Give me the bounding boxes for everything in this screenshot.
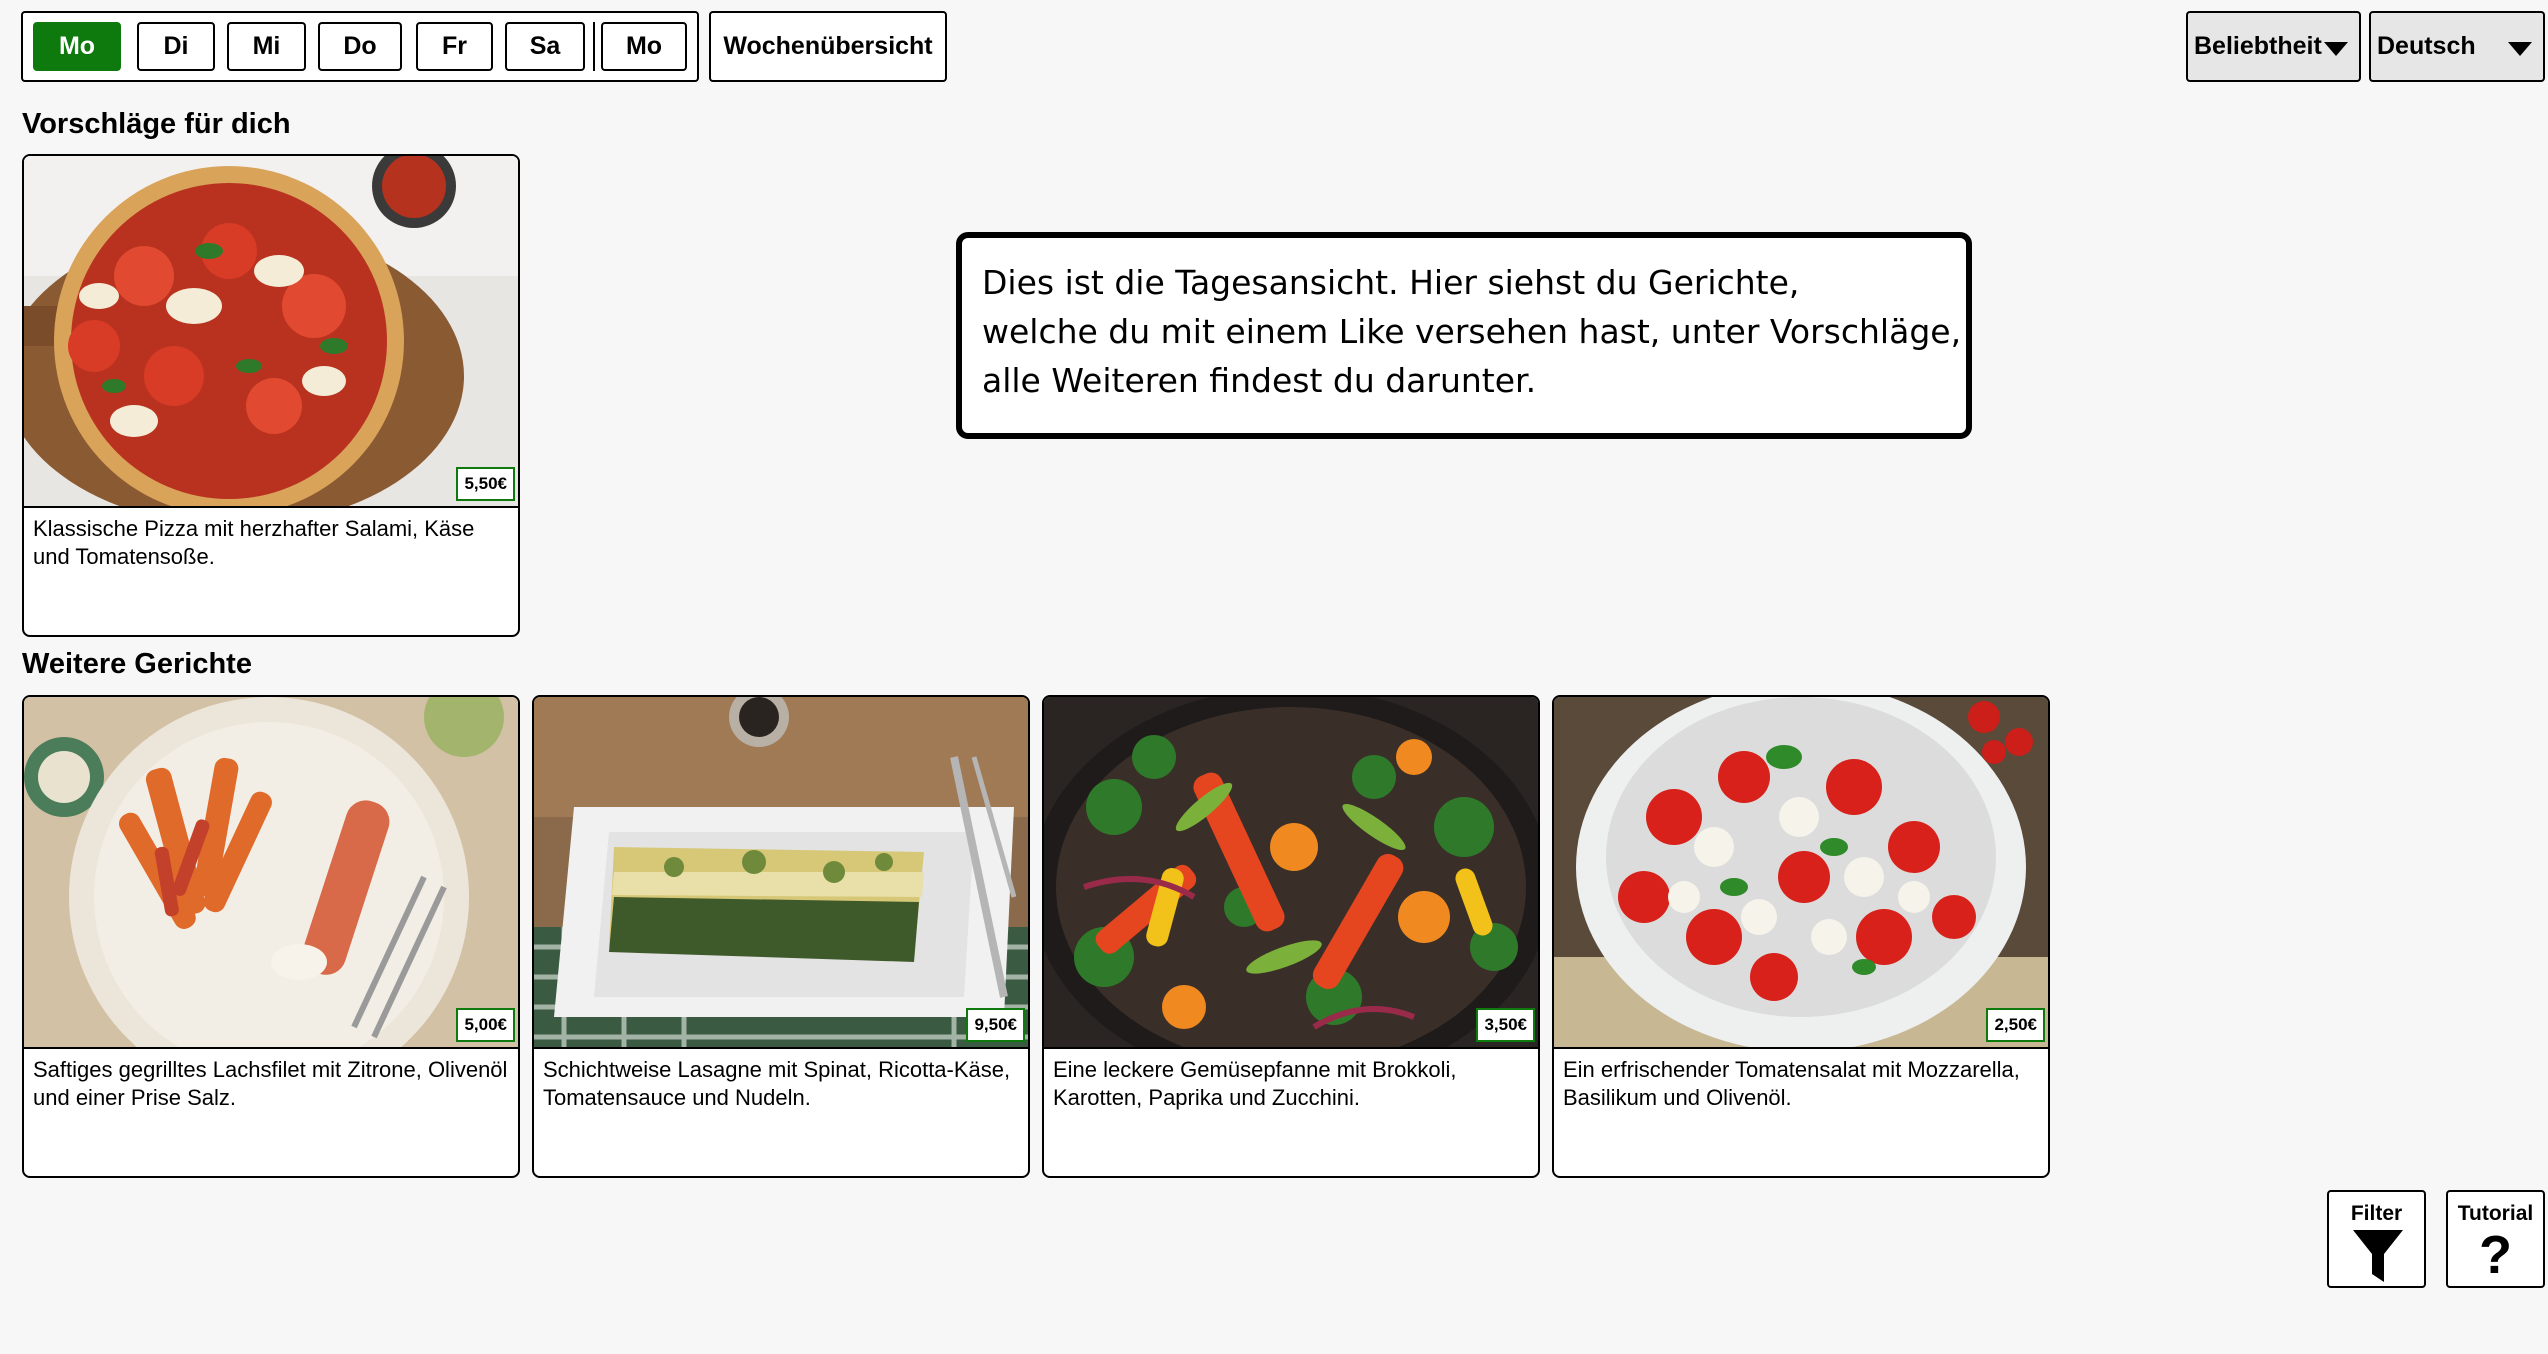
dish-description: Saftiges gegrilltes Lachsfilet mit Zitro… bbox=[33, 1057, 508, 1110]
tutorial-tooltip: Dies ist die Tagesansicht. Hier siehst d… bbox=[956, 232, 1972, 439]
vegetable-pan-image bbox=[1044, 697, 1538, 1047]
dish-description: Klassische Pizza mit herzhafter Salami, … bbox=[33, 516, 475, 569]
price-badge: 5,50€ bbox=[456, 467, 515, 501]
tooltip-line: alle Weiteren findest du darunter. bbox=[982, 361, 1537, 400]
sort-select-value: Beliebtheit bbox=[2194, 32, 2322, 60]
tutorial-button[interactable]: Tutorial ? bbox=[2446, 1190, 2545, 1288]
filter-button-label: Filter bbox=[2350, 1202, 2403, 1225]
day-button-friday[interactable]: Fr bbox=[416, 22, 493, 71]
dish-card-pizza[interactable]: 5,50€ Klassische Pizza mit herzhafter Sa… bbox=[22, 154, 520, 637]
price-badge: 9,50€ bbox=[966, 1008, 1025, 1042]
chevron-down-icon bbox=[2508, 42, 2532, 56]
dish-card-vegetable-pan[interactable]: 3,50€ Eine leckere Gemüsepfanne mit Brok… bbox=[1042, 695, 1540, 1178]
price-badge: 5,00€ bbox=[456, 1008, 515, 1042]
language-select[interactable]: Deutsch bbox=[2369, 11, 2545, 82]
card-divider bbox=[24, 1047, 518, 1049]
dish-card-lasagna[interactable]: 9,50€ Schichtweise Lasagne mit Spinat, R… bbox=[532, 695, 1030, 1178]
card-divider bbox=[1044, 1047, 1538, 1049]
day-button-thursday[interactable]: Do bbox=[318, 22, 402, 71]
tutorial-button-label: Tutorial bbox=[2457, 1202, 2534, 1225]
card-divider bbox=[534, 1047, 1028, 1049]
price-badge: 2,50€ bbox=[1986, 1008, 2045, 1042]
week-overview-button[interactable]: Wochenübersicht bbox=[709, 11, 947, 82]
day-button-tuesday[interactable]: Di bbox=[137, 22, 215, 71]
day-button-next-monday[interactable]: Mo bbox=[601, 22, 687, 71]
dish-card-tomato-salad[interactable]: 2,50€ Ein erfrischender Tomatensalat mit… bbox=[1552, 695, 2050, 1178]
lasagna-image bbox=[534, 697, 1028, 1047]
sort-select[interactable]: Beliebtheit bbox=[2186, 11, 2361, 82]
tomato-salad-image bbox=[1554, 697, 2048, 1047]
day-separator bbox=[593, 22, 595, 71]
price-badge: 3,50€ bbox=[1476, 1008, 1535, 1042]
card-divider bbox=[24, 506, 518, 508]
pizza-image bbox=[24, 156, 518, 506]
dish-description: Ein erfrischender Tomatensalat mit Mozza… bbox=[1563, 1057, 2020, 1110]
language-select-value: Deutsch bbox=[2377, 32, 2476, 60]
question-mark-icon: ? bbox=[2479, 1225, 2512, 1285]
day-button-monday[interactable]: Mo bbox=[33, 22, 121, 71]
dish-description: Eine leckere Gemüsepfanne mit Brokkoli, … bbox=[1053, 1057, 1457, 1110]
chevron-down-icon bbox=[2324, 42, 2348, 56]
more-dishes-title: Weitere Gerichte bbox=[22, 648, 252, 680]
tooltip-line: Dies ist die Tagesansicht. Hier siehst d… bbox=[982, 263, 1800, 302]
day-button-wednesday[interactable]: Mi bbox=[227, 22, 306, 71]
filter-button[interactable]: Filter bbox=[2327, 1190, 2426, 1288]
dish-description: Schichtweise Lasagne mit Spinat, Ricotta… bbox=[543, 1057, 1011, 1110]
salmon-image bbox=[24, 697, 518, 1047]
weekday-selector: Mo Di Mi Do Fr Sa Mo bbox=[21, 11, 699, 82]
tooltip-line: welche du mit einem Like versehen hast, … bbox=[982, 312, 1962, 351]
card-divider bbox=[1554, 1047, 2048, 1049]
dish-card-salmon[interactable]: 5,00€ Saftiges gegrilltes Lachsfilet mit… bbox=[22, 695, 520, 1178]
filter-funnel-icon bbox=[2353, 1230, 2403, 1282]
suggestions-title: Vorschläge für dich bbox=[22, 108, 291, 140]
day-button-saturday[interactable]: Sa bbox=[505, 22, 585, 71]
